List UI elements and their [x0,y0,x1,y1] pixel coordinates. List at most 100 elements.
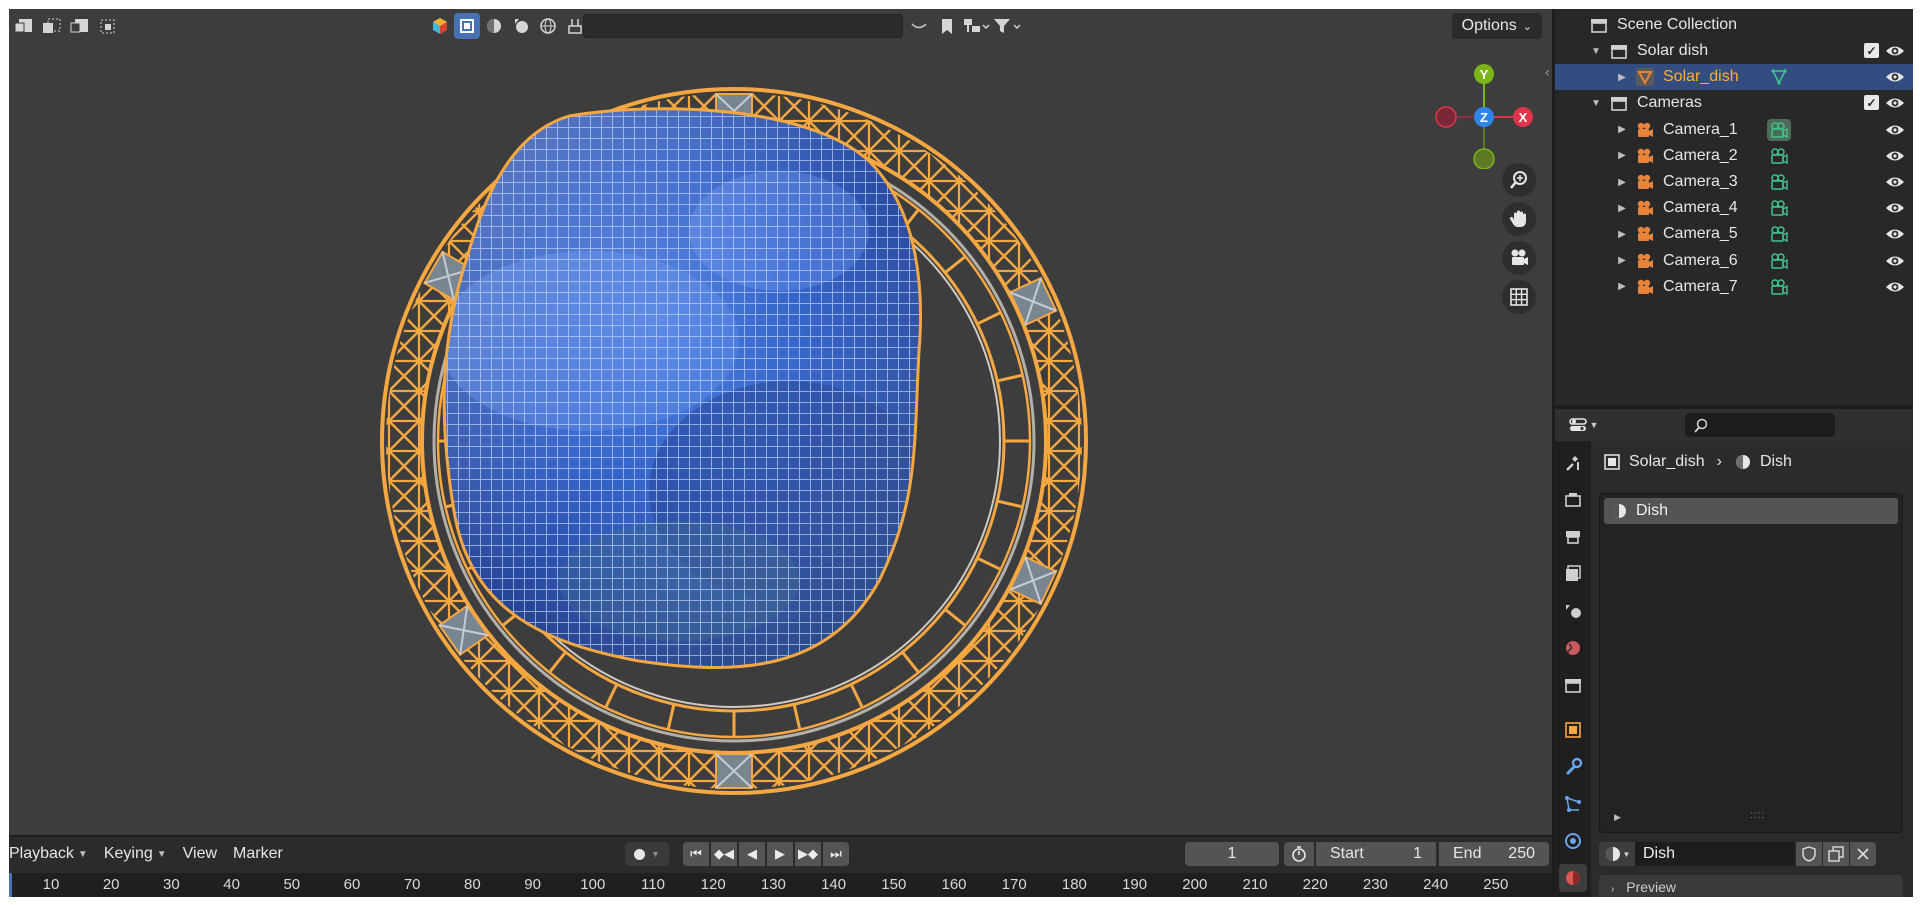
start-frame-field[interactable]: Start 1 [1316,842,1436,866]
auto-keying-record-button[interactable]: ▼ [625,842,669,866]
render-tab[interactable] [1559,486,1587,514]
tool-tab[interactable] [1559,449,1587,477]
wireframe-shading-icon[interactable] [535,13,561,39]
select-mode-extend-icon[interactable] [39,13,65,39]
play-reverse-button[interactable]: ◀ [739,842,765,866]
ortho-grid-icon[interactable] [1502,280,1536,314]
camera-data-icon[interactable] [1767,276,1791,298]
expand-arrow-icon[interactable]: ▶ [1615,72,1629,83]
jump-to-end-button[interactable]: ⏭ [823,842,849,866]
exclude-checkbox[interactable]: ✓ [1864,43,1879,58]
physics-tab[interactable] [1559,827,1587,855]
keying-menu[interactable]: Keying ▼ [96,845,175,863]
visibility-eye-icon[interactable] [1885,252,1905,275]
navigation-gizmo[interactable]: Y X Z [1429,54,1539,169]
camera-data-icon[interactable] [1767,197,1791,219]
outliner-row[interactable]: ▶ Camera_6 [1555,248,1913,274]
outliner-row[interactable]: ▶ Camera_4 [1555,195,1913,221]
outliner-row[interactable]: ▼ Cameras ✓ [1555,90,1913,116]
modifier-tab[interactable] [1559,753,1587,781]
expand-arrow-icon[interactable]: ▶ [1615,150,1629,161]
resize-grip-icon[interactable]: :::: [1750,810,1765,821]
jump-to-keyframe-prev-button[interactable]: ◆◀ [711,842,737,866]
jump-to-start-button[interactable]: ⏮ [683,842,709,866]
outliner-row[interactable]: ▶ Camera_7 [1555,274,1913,300]
frame-ruler[interactable]: 10 20 30 40 50 60 70 80 90 100 110 120 130 140 150 160 1… [9,873,1552,897]
play-button[interactable]: ▶ [767,842,793,866]
solar-dish-model[interactable] [359,61,1109,821]
outliner-row[interactable]: ▶ Solar_dish [1555,64,1913,91]
rendered-shading-icon[interactable] [508,13,534,39]
outliner-row[interactable]: ▼ Solar dish ✓ [1555,38,1913,64]
exclude-checkbox[interactable]: ✓ [1864,95,1879,111]
visibility-eye-icon[interactable] [1885,68,1905,91]
visibility-eye-icon[interactable] [1885,147,1905,170]
viewport-search-input[interactable] [594,18,902,34]
overlay-toggle-icon[interactable] [906,13,932,39]
viewport-search[interactable] [583,14,903,38]
camera-data-icon[interactable] [1767,171,1791,193]
filter-dropdown-icon[interactable] [992,13,1022,39]
object-tab[interactable] [1559,716,1587,744]
gizmo-toggle-icon[interactable] [427,13,453,39]
scene-tab[interactable] [1559,597,1587,625]
expand-arrow-icon[interactable]: ▶ [1615,281,1629,292]
sidebar-collapse-icon[interactable]: ‹ [1544,65,1550,81]
material-slot-list[interactable]: Dish ▶ :::: [1599,493,1903,833]
material-preview-icon[interactable] [481,13,507,39]
duplicate-material-button[interactable] [1823,842,1849,866]
editor-type-dropdown[interactable]: ▼ [1565,413,1601,437]
visibility-eye-icon[interactable] [1885,173,1905,196]
select-mode-set-icon[interactable] [11,13,37,39]
expand-arrow-icon[interactable]: ▶ [1615,177,1629,188]
collapse-arrow-icon[interactable]: ▼ [1589,98,1603,109]
collapse-arrow-icon[interactable]: ▼ [1589,46,1603,57]
browse-material-dropdown[interactable]: ▼ [1599,842,1635,866]
camera-data-icon[interactable] [1767,223,1791,245]
material-tab[interactable] [1559,864,1587,892]
playhead[interactable] [9,873,12,897]
bookmark-icon[interactable] [934,13,960,39]
hierarchy-dropdown-icon[interactable] [962,13,990,39]
properties-search[interactable] [1685,413,1835,437]
camera-data-icon[interactable] [1767,145,1791,167]
preview-range-toggle[interactable] [1284,842,1314,866]
select-mode-intersect-icon[interactable] [95,13,121,39]
view-layer-tab[interactable] [1559,560,1587,588]
collection-tab[interactable] [1559,671,1587,699]
expand-arrow-icon[interactable]: ▶ [1615,255,1629,266]
visibility-eye-icon[interactable] [1885,199,1905,222]
visibility-eye-icon[interactable] [1885,94,1905,117]
visibility-eye-icon[interactable] [1885,225,1905,248]
camera-view-icon[interactable] [1502,241,1536,275]
camera-data-icon[interactable] [1767,118,1791,141]
pan-hand-icon[interactable] [1502,202,1536,236]
expand-arrow-icon[interactable]: ▶ [1615,229,1629,240]
particles-tab[interactable] [1559,790,1587,818]
material-slot-item[interactable]: Dish [1604,498,1898,524]
scene-collection-row[interactable]: Scene Collection [1555,12,1913,38]
expand-arrow-icon[interactable]: ▶ [1614,812,1621,823]
expand-arrow-icon[interactable]: ▶ [1615,203,1629,214]
options-dropdown[interactable]: Options ⌄ [1451,13,1542,39]
output-tab[interactable] [1559,523,1587,551]
world-tab[interactable] [1559,634,1587,662]
properties-search-input[interactable] [1713,417,1823,433]
unlink-material-button[interactable] [1850,842,1876,866]
mesh-data-icon[interactable] [1767,66,1791,88]
select-mode-subtract-icon[interactable] [67,13,93,39]
solid-shading-icon[interactable] [454,13,480,39]
expand-arrow-icon[interactable]: ▶ [1615,124,1629,135]
end-frame-field[interactable]: End 250 [1439,842,1549,866]
marker-menu[interactable]: Marker [225,845,291,863]
outliner-row[interactable]: ▶ Camera_2 [1555,143,1913,169]
3d-viewport[interactable]: Options ⌄ ‹ Y X Z [9,9,1552,835]
jump-to-keyframe-next-button[interactable]: ▶◆ [795,842,821,866]
visibility-eye-icon[interactable] [1885,121,1905,144]
outliner-row[interactable]: ▶ Camera_1 [1555,117,1913,143]
zoom-icon[interactable] [1502,163,1536,197]
playback-menu[interactable]: Playback ▼ [9,845,96,863]
fake-user-button[interactable] [1796,842,1822,866]
current-frame-field[interactable]: 1 [1185,842,1279,866]
material-name-field[interactable]: Dish [1635,842,1795,866]
